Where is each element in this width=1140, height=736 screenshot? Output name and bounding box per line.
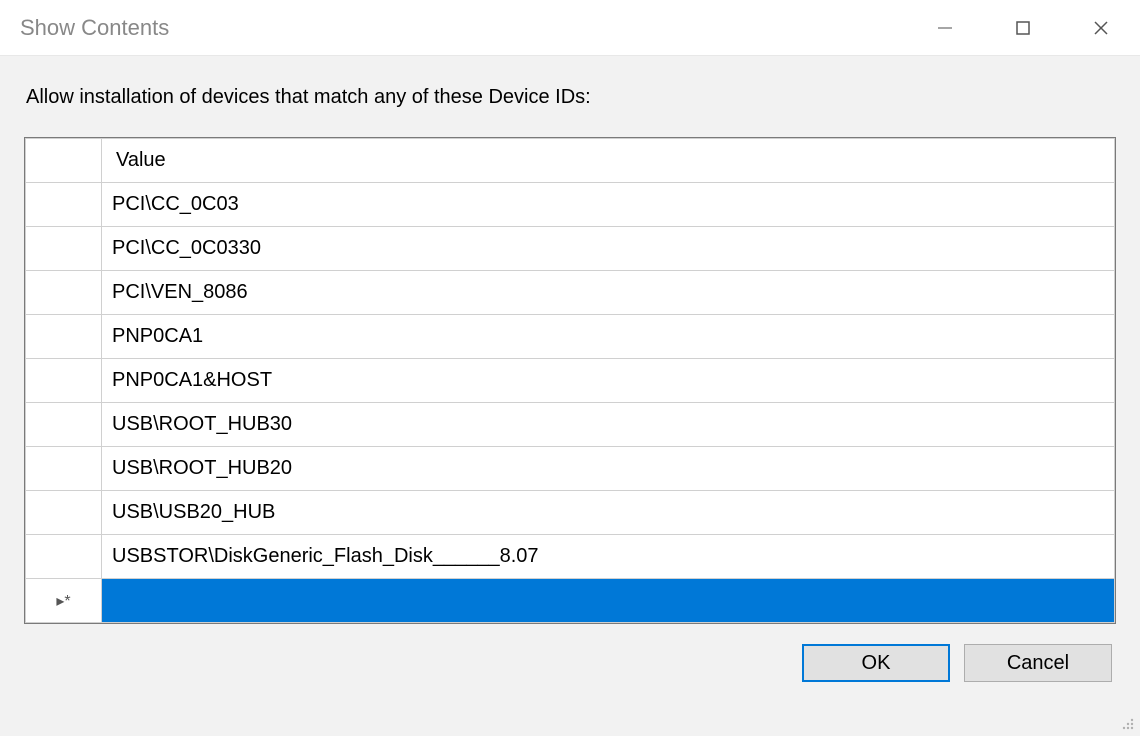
new-row-marker-cell: ▸* [26,579,102,623]
close-icon [1092,19,1110,37]
value-cell[interactable]: USB\ROOT_HUB30 [102,403,1115,447]
table-row[interactable]: USBSTOR\DiskGeneric_Flash_Disk______8.07 [26,535,1115,579]
window-title: Show Contents [20,15,169,41]
row-header-cell[interactable] [26,227,102,271]
table-row[interactable]: USB\ROOT_HUB30 [26,403,1115,447]
maximize-icon [1014,19,1032,37]
row-header-cell[interactable] [26,271,102,315]
row-header-cell[interactable] [26,183,102,227]
value-cell[interactable]: USBSTOR\DiskGeneric_Flash_Disk______8.07 [102,535,1115,579]
maximize-button[interactable] [984,0,1062,55]
value-cell[interactable]: PCI\CC_0C03 [102,183,1115,227]
instruction-label: Allow installation of devices that match… [26,86,1116,109]
resize-grip-icon[interactable] [1118,714,1136,732]
row-header-cell[interactable] [26,403,102,447]
cancel-button[interactable]: Cancel [964,644,1112,682]
value-cell[interactable]: USB\ROOT_HUB20 [102,447,1115,491]
table-row[interactable]: PCI\CC_0C0330 [26,227,1115,271]
minimize-icon [936,19,954,37]
new-row-input[interactable] [102,579,1115,623]
row-header-cell[interactable] [26,359,102,403]
value-cell[interactable]: USB\USB20_HUB [102,491,1115,535]
minimize-button[interactable] [906,0,984,55]
value-cell[interactable]: PCI\VEN_8086 [102,271,1115,315]
button-bar: OK Cancel [24,624,1116,682]
row-header-cell[interactable] [26,491,102,535]
row-header-cell[interactable] [26,315,102,359]
table-row[interactable]: PCI\CC_0C03 [26,183,1115,227]
table-row[interactable]: PNP0CA1 [26,315,1115,359]
table-row[interactable]: PCI\VEN_8086 [26,271,1115,315]
value-cell[interactable]: PNP0CA1&HOST [102,359,1115,403]
column-header-value[interactable]: Value [102,139,1115,183]
value-cell[interactable]: PCI\CC_0C0330 [102,227,1115,271]
table-row[interactable]: USB\ROOT_HUB20 [26,447,1115,491]
ok-button[interactable]: OK [802,644,950,682]
new-row-marker-icon: ▸* [26,591,101,611]
close-button[interactable] [1062,0,1140,55]
value-cell[interactable]: PNP0CA1 [102,315,1115,359]
row-header-cell[interactable] [26,447,102,491]
device-id-grid[interactable]: Value PCI\CC_0C03PCI\CC_0C0330PCI\VEN_80… [24,137,1116,624]
row-header-cell[interactable] [26,535,102,579]
new-row[interactable]: ▸* [26,579,1115,623]
dialog-content: Allow installation of devices that match… [0,56,1140,736]
table-row[interactable]: USB\USB20_HUB [26,491,1115,535]
titlebar: Show Contents [0,0,1140,56]
window-controls [906,0,1140,55]
table-row[interactable]: PNP0CA1&HOST [26,359,1115,403]
row-header-corner [26,139,102,183]
